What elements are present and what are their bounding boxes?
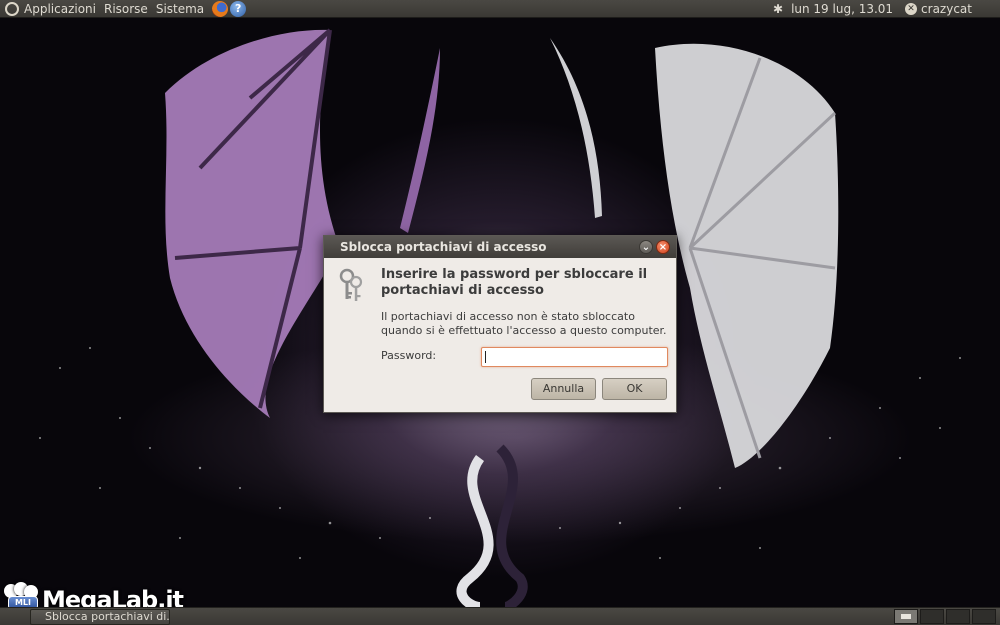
password-label: Password: (381, 349, 437, 362)
dialog-title: Sblocca portachiavi di accesso (340, 240, 547, 254)
dialog-heading: Inserire la password per sbloccare il po… (381, 267, 648, 298)
top-panel: Applicazioni Risorse Sistema ? ✱ lun 19 … (0, 0, 1000, 18)
password-input[interactable] (481, 347, 668, 367)
workspace-1[interactable] (894, 609, 918, 624)
workspace-switcher (894, 609, 996, 624)
menu-applicazioni[interactable]: Applicazioni (24, 0, 96, 18)
workspace-2[interactable] (920, 609, 944, 624)
ok-button[interactable]: OK (602, 378, 667, 400)
minimize-button[interactable]: ⌄ (639, 240, 653, 254)
workspace-3[interactable] (946, 609, 970, 624)
dialog-titlebar[interactable]: Sblocca portachiavi di accesso ⌄ × (324, 236, 676, 258)
user-status-icon[interactable]: ✕ (905, 2, 918, 15)
text-cursor (485, 351, 486, 363)
help-icon[interactable]: ? (230, 0, 247, 17)
panel-indicators: ✱ lun 19 lug, 13.01 ✕ crazycat (773, 0, 1000, 18)
cancel-button[interactable]: Annulla (531, 378, 596, 400)
ubuntu-logo-icon[interactable] (5, 1, 19, 16)
bottom-panel: Sblocca portachiavi di... (0, 607, 1000, 625)
firefox-icon[interactable] (212, 0, 229, 17)
taskbar-item-unlock-keyring[interactable]: Sblocca portachiavi di... (30, 609, 170, 625)
clock[interactable]: lun 19 lug, 13.01 (791, 0, 893, 18)
menu-sistema[interactable]: Sistema (156, 0, 204, 18)
keys-icon (339, 268, 363, 301)
close-button[interactable]: × (656, 240, 670, 254)
bluetooth-icon[interactable]: ✱ (773, 0, 783, 18)
dialog-body: Inserire la password per sbloccare il po… (324, 258, 676, 414)
dialog-message: Il portachiavi di accesso non è stato sb… (381, 310, 667, 337)
menu-risorse[interactable]: Risorse (104, 0, 148, 18)
user-name[interactable]: crazycat (921, 0, 972, 18)
workspace-4[interactable] (972, 609, 996, 624)
unlock-keyring-dialog: Sblocca portachiavi di accesso ⌄ × Inser… (323, 235, 677, 413)
